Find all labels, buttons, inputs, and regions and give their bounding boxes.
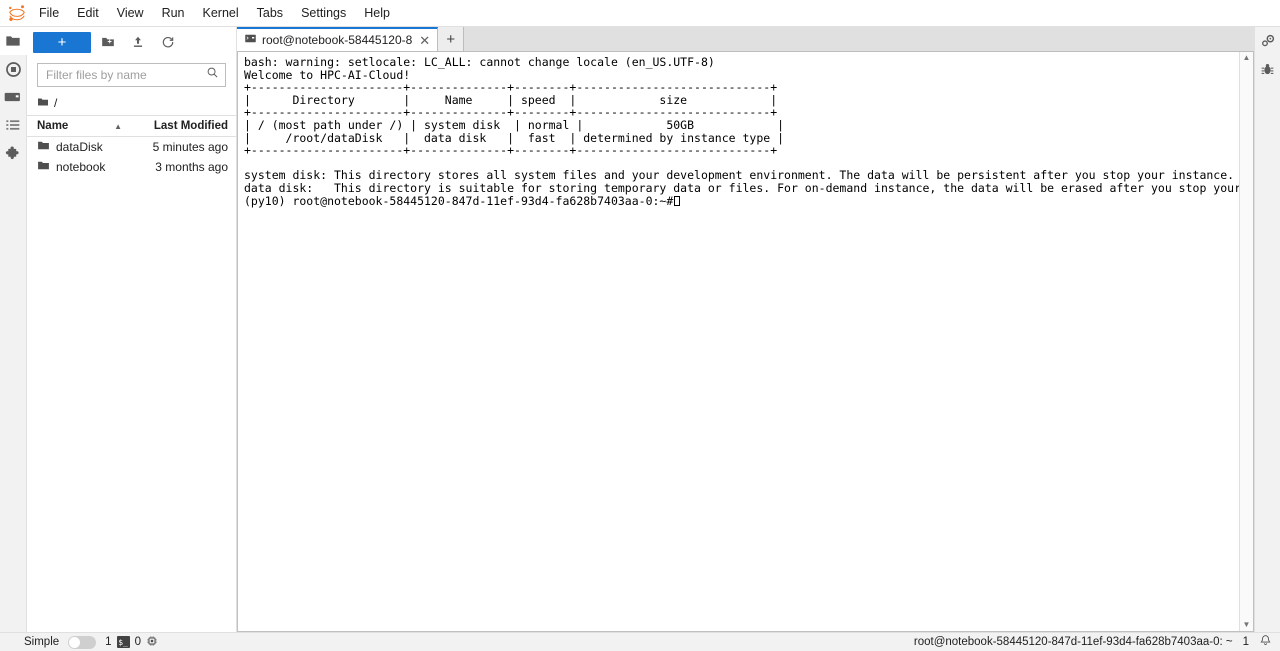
main-dock-area: root@notebook-58445120-8 ✕ + bash: warni…	[237, 27, 1254, 632]
kernel-count: 0	[134, 636, 141, 648]
terminal-line: bash: warning: setlocale: LC_ALL: cannot…	[244, 55, 715, 69]
notification-count: 1	[1242, 636, 1249, 648]
menu-item-view[interactable]: View	[109, 2, 152, 24]
new-launcher-button[interactable]: +	[33, 31, 91, 53]
refresh-file-list-button[interactable]	[155, 31, 181, 53]
file-item-name-cell: notebook	[37, 159, 148, 175]
main-body: + Filter files by name / Name ▲ Last Mod…	[0, 27, 1280, 632]
jupyterlab-app: File Edit View Run Kernel Tabs Settings …	[0, 0, 1280, 651]
puzzle-piece-icon	[5, 146, 19, 159]
terminal-line: | / (most path under /) | system disk | …	[244, 117, 785, 132]
gears-icon	[1261, 34, 1274, 47]
terminal-prompt-line: (py10) root@notebook-58445120-847d-11ef-…	[244, 193, 1239, 208]
terminal-line: +----------------------+--------------+-…	[244, 143, 778, 158]
terminal-session-name[interactable]: root@notebook-58445120-847d-11ef-93d4-fa…	[914, 636, 1233, 648]
breadcrumb[interactable]: /	[27, 91, 236, 115]
file-item-name-cell: dataDisk	[37, 139, 148, 155]
file-list: dataDisk 5 minutes ago notebook 3 months…	[27, 137, 236, 632]
menu-item-help[interactable]: Help	[356, 2, 398, 24]
sidebar-item-extension-manager[interactable]	[0, 139, 27, 167]
list-icon	[6, 120, 20, 130]
simple-mode-toggle[interactable]	[68, 635, 97, 649]
sidebar-item-commands[interactable]	[0, 83, 27, 111]
sidebar-item-running[interactable]	[0, 55, 27, 83]
terminal-scrollbar[interactable]: ▲ ▼	[1239, 52, 1253, 631]
terminal-badge-icon: $_	[116, 636, 130, 648]
folder-icon	[5, 36, 20, 46]
status-bar-left: Simple 1 $_ 0	[24, 635, 158, 650]
status-bar: Simple 1 $_ 0 root@notebook-58445120-847…	[0, 632, 1280, 651]
column-header-last-modified-label: Last Modified	[153, 120, 228, 132]
left-activity-bar	[0, 27, 27, 632]
sidebar-item-property-inspector[interactable]	[1255, 27, 1280, 55]
menu-bar: File Edit View Run Kernel Tabs Settings …	[0, 0, 1280, 27]
file-browser-panel: + Filter files by name / Name ▲ Last Mod…	[27, 27, 237, 632]
menu-item-tabs[interactable]: Tabs	[249, 2, 291, 24]
column-header-last-modified[interactable]: Last Modified	[148, 120, 228, 132]
menu-item-settings[interactable]: Settings	[293, 2, 354, 24]
upload-files-button[interactable]	[125, 31, 151, 53]
menu-item-run[interactable]: Run	[154, 2, 193, 24]
scroll-down-icon[interactable]: ▼	[1243, 621, 1251, 629]
breadcrumb-path: /	[54, 96, 58, 110]
terminal-panel: bash: warning: setlocale: LC_ALL: cannot…	[237, 52, 1254, 632]
list-item[interactable]: dataDisk 5 minutes ago	[27, 137, 236, 157]
sort-ascending-icon: ▲	[114, 121, 122, 131]
right-activity-bar	[1254, 27, 1280, 632]
terminal-icon	[245, 33, 256, 47]
menu-item-file[interactable]: File	[31, 2, 67, 24]
kernel-chip-icon	[146, 635, 158, 650]
folder-icon	[37, 159, 50, 175]
file-item-name: notebook	[56, 160, 106, 174]
status-bar-right: root@notebook-58445120-847d-11ef-93d4-fa…	[914, 634, 1272, 650]
add-tab-button[interactable]: +	[438, 27, 465, 51]
file-list-header: Name ▲ Last Modified	[27, 115, 236, 137]
terminal-prompt: (py10) root@notebook-58445120-847d-11ef-…	[244, 193, 674, 208]
file-filter-box[interactable]	[37, 63, 226, 87]
new-folder-button[interactable]	[95, 31, 121, 53]
new-folder-icon	[102, 37, 114, 47]
breadcrumb-folder-icon	[37, 96, 49, 111]
search-icon	[206, 66, 219, 84]
menu-item-kernel[interactable]: Kernel	[195, 2, 247, 24]
bug-icon	[1261, 63, 1274, 74]
sidebar-item-table-of-contents[interactable]	[0, 111, 27, 139]
terminal-count: 1	[105, 636, 112, 648]
tab-label: root@notebook-58445120-8	[262, 33, 413, 47]
upload-icon	[133, 36, 143, 47]
file-item-modified: 5 minutes ago	[152, 140, 228, 154]
simple-mode-label: Simple	[24, 636, 60, 648]
column-header-name[interactable]: Name	[37, 120, 114, 132]
search-input[interactable]	[46, 68, 206, 82]
scroll-up-icon[interactable]: ▲	[1243, 54, 1251, 62]
sidebar-item-file-browser[interactable]	[0, 27, 27, 55]
bell-icon[interactable]	[1259, 634, 1272, 650]
file-item-name: dataDisk	[56, 140, 103, 154]
list-item[interactable]: notebook 3 months ago	[27, 157, 236, 177]
terminal-output[interactable]: bash: warning: setlocale: LC_ALL: cannot…	[238, 52, 1239, 631]
jupyter-logo-icon	[4, 2, 30, 24]
file-browser-toolbar: +	[27, 27, 236, 57]
terminal-line: +----------------------+--------------+-…	[244, 80, 778, 95]
terminal-cursor	[674, 195, 681, 206]
close-icon[interactable]: ✕	[418, 34, 431, 47]
dock-tab-bar: root@notebook-58445120-8 ✕ +	[237, 27, 1254, 52]
tab-terminal[interactable]: root@notebook-58445120-8 ✕	[237, 27, 439, 51]
refresh-icon	[162, 37, 174, 48]
menu-item-edit[interactable]: Edit	[69, 2, 107, 24]
sidebar-item-debugger[interactable]	[1255, 55, 1280, 83]
stop-circle-icon	[5, 61, 21, 77]
terminal-icon	[4, 92, 20, 102]
folder-icon	[37, 139, 50, 155]
column-header-name-label: Name	[37, 120, 69, 132]
file-item-modified: 3 months ago	[155, 160, 228, 174]
terminal-count-status[interactable]: 1 $_ 0	[105, 635, 158, 650]
